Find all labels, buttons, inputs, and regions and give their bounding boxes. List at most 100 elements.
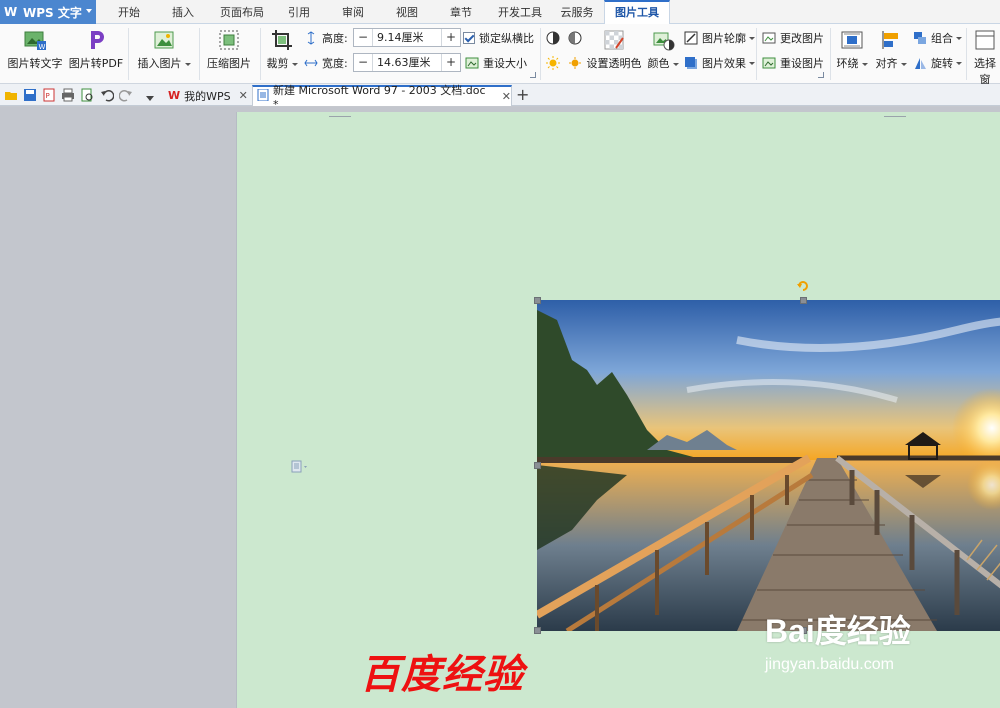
- resize-handle-bottom-left[interactable]: [534, 627, 541, 634]
- ribbon-divider: [260, 28, 261, 80]
- align-icon: [879, 28, 903, 52]
- quick-access-dropdown-icon[interactable]: [145, 92, 155, 101]
- chevron-down-icon: [956, 36, 962, 40]
- quick-access-bar: P W 我的WPS ✕ 新建 Microsoft Word 97 - 2003 …: [0, 84, 1000, 111]
- pic-to-text-button[interactable]: W 图片转文字: [6, 28, 64, 71]
- group-icon: [913, 31, 927, 45]
- doc-tab-my-wps[interactable]: W 我的WPS ✕: [164, 85, 252, 106]
- watermark-url: jingyan.baidu.com: [765, 656, 894, 673]
- landscape-boardwalk-picture[interactable]: [537, 300, 1000, 631]
- width-input[interactable]: 14.63厘米: [372, 54, 442, 71]
- tab-cloud-service[interactable]: 云服务: [556, 0, 598, 24]
- open-folder-icon[interactable]: [4, 88, 18, 102]
- contrast-buttons[interactable]: [546, 28, 586, 48]
- ribbon-divider: [128, 28, 129, 80]
- chevron-down-icon: [291, 62, 298, 66]
- resize-handle-top-left[interactable]: [534, 297, 541, 304]
- tab-developer[interactable]: 开发工具: [492, 0, 548, 24]
- picture-outline-button[interactable]: 图片轮廓: [684, 28, 755, 48]
- selection-pane-icon: [973, 28, 997, 52]
- contrast-increase-icon[interactable]: [546, 31, 560, 45]
- tab-section[interactable]: 章节: [440, 0, 482, 24]
- wps-logo-icon: W: [4, 5, 18, 19]
- width-spinbox[interactable]: − 14.63厘米 +: [353, 53, 461, 72]
- tab-insert[interactable]: 插入: [162, 0, 204, 24]
- picture-dialog-launcher-icon[interactable]: [818, 72, 824, 78]
- tab-page-layout[interactable]: 页面布局: [214, 0, 270, 24]
- paste-options-icon[interactable]: [291, 460, 307, 474]
- document-title-text[interactable]: 百度经验: [360, 642, 524, 700]
- wps-app-button[interactable]: W WPS 文字: [0, 0, 96, 24]
- reset-size-button[interactable]: 重设大小: [465, 53, 527, 73]
- insert-picture-button[interactable]: 插入图片: [134, 28, 194, 71]
- tab-picture-tools[interactable]: 图片工具: [604, 0, 670, 25]
- picture-effect-button[interactable]: 图片效果: [684, 53, 755, 73]
- align-button[interactable]: 对齐: [874, 28, 908, 71]
- group-button[interactable]: 组合: [913, 28, 962, 48]
- chevron-down-icon: [749, 61, 755, 65]
- height-icon: [304, 31, 318, 45]
- size-dialog-launcher-icon[interactable]: [530, 72, 536, 78]
- brightness-decrease-icon[interactable]: [568, 56, 582, 70]
- print-preview-icon[interactable]: [80, 88, 94, 102]
- resize-handle-top[interactable]: [800, 297, 807, 304]
- document-page[interactable]: Bai度经验 jingyan.baidu.com 百度经验: [236, 112, 1000, 708]
- picture-effect-icon: [684, 56, 698, 70]
- redo-icon[interactable]: [118, 88, 133, 102]
- change-picture-label: 更改图片: [780, 32, 824, 45]
- pic-to-text-label: 图片转文字: [7, 57, 63, 70]
- rotate-icon: [913, 56, 927, 70]
- pic-to-pdf-label: 图片转PDF: [68, 57, 124, 70]
- wps-logo-icon: W: [168, 89, 181, 102]
- baidu-watermark: Bai度经验 jingyan.baidu.com: [765, 606, 1000, 678]
- close-icon[interactable]: ✕: [502, 90, 511, 103]
- width-decrease-button[interactable]: −: [354, 54, 372, 71]
- width-label: 宽度:: [322, 57, 348, 70]
- align-label: 对齐: [875, 57, 898, 70]
- width-increase-button[interactable]: +: [442, 54, 460, 71]
- crop-button[interactable]: 裁剪: [264, 28, 300, 71]
- pdf-icon: [84, 28, 108, 52]
- export-pdf-icon[interactable]: P: [42, 88, 56, 102]
- change-picture-button[interactable]: 更改图片: [762, 28, 824, 48]
- tab-review[interactable]: 审阅: [332, 0, 374, 24]
- height-label: 高度:: [322, 32, 348, 45]
- height-increase-button[interactable]: +: [442, 29, 460, 46]
- pic-to-pdf-button[interactable]: 图片转PDF: [68, 28, 124, 71]
- chevron-down-icon: [672, 62, 679, 66]
- select-pane-button[interactable]: 选择窗: [970, 28, 1000, 87]
- reset-picture-button[interactable]: 重设图片: [762, 53, 824, 73]
- compress-picture-button[interactable]: 压缩图片: [204, 28, 254, 71]
- wrap-button[interactable]: 环绕: [836, 28, 868, 71]
- picture-effect-label: 图片效果: [702, 57, 746, 70]
- tab-references[interactable]: 引用: [278, 0, 320, 24]
- reset-size-icon: [465, 56, 479, 70]
- crop-mark: [329, 112, 351, 117]
- rotate-handle-icon[interactable]: [796, 279, 810, 293]
- contrast-decrease-icon[interactable]: [568, 31, 582, 45]
- brightness-increase-icon[interactable]: [546, 56, 560, 70]
- insert-picture-label: 插入图片: [137, 57, 182, 70]
- height-spinbox[interactable]: − 9.14厘米 +: [353, 28, 461, 47]
- lock-aspect-checkbox[interactable]: 锁定纵横比: [463, 28, 534, 48]
- save-icon[interactable]: [23, 88, 37, 102]
- tab-home[interactable]: 开始: [108, 0, 150, 24]
- tab-view[interactable]: 视图: [386, 0, 428, 24]
- crop-mark: [884, 112, 906, 117]
- close-icon[interactable]: ✕: [239, 89, 248, 102]
- text-wrap-icon: [840, 28, 864, 52]
- print-icon[interactable]: [61, 88, 75, 102]
- reset-size-label: 重设大小: [483, 57, 527, 70]
- color-button[interactable]: 颜色: [646, 28, 680, 71]
- resize-handle-left[interactable]: [534, 462, 541, 469]
- height-decrease-button[interactable]: −: [354, 29, 372, 46]
- set-transparent-color-button[interactable]: 设置透明色: [586, 28, 642, 71]
- height-input[interactable]: 9.14厘米: [372, 29, 442, 46]
- checkbox-checked-icon: [463, 32, 475, 44]
- undo-icon[interactable]: [100, 88, 115, 102]
- rotate-button[interactable]: 旋转: [913, 53, 962, 73]
- chevron-down-icon: [749, 36, 755, 40]
- doc-tab-active-document[interactable]: 新建 Microsoft Word 97 - 2003 文档.doc * ✕: [252, 84, 512, 111]
- new-tab-plus-icon[interactable]: +: [516, 85, 529, 104]
- brightness-buttons[interactable]: [546, 53, 586, 73]
